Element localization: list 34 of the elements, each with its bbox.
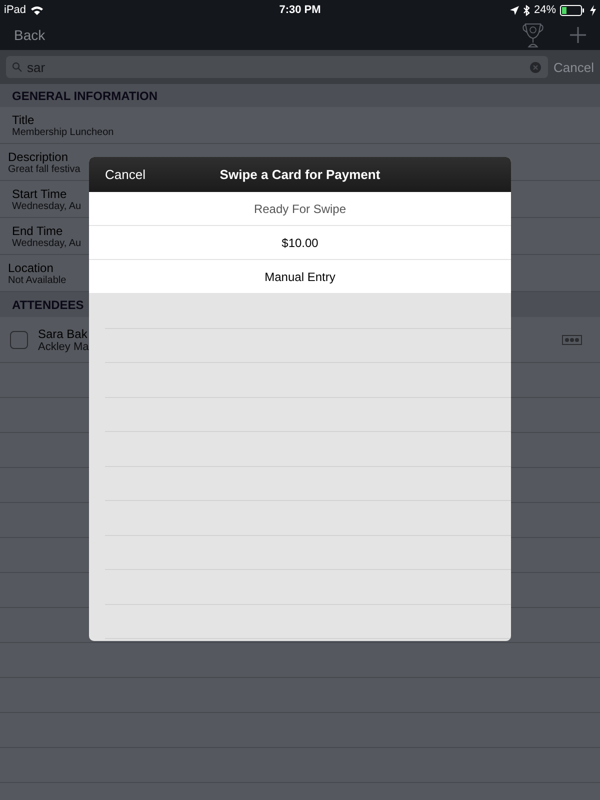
field-value: Not Available bbox=[8, 274, 66, 286]
battery-icon bbox=[560, 4, 586, 16]
search-icon bbox=[12, 62, 22, 72]
section-header: GENERAL INFORMATION bbox=[0, 84, 600, 107]
trophy-icon[interactable] bbox=[522, 22, 544, 48]
location-arrow-icon bbox=[510, 6, 519, 14]
field-label: End Time bbox=[12, 224, 63, 238]
field-label: Description bbox=[8, 150, 68, 164]
bluetooth-icon bbox=[522, 4, 530, 16]
clear-icon[interactable] bbox=[530, 62, 541, 72]
wifi-icon bbox=[30, 5, 44, 15]
ticket-icon[interactable] bbox=[562, 334, 582, 344]
payment-amount: $10.00 bbox=[282, 236, 318, 250]
field-value: Membership Luncheon bbox=[12, 126, 114, 138]
manual-entry-button[interactable]: Manual Entry bbox=[264, 270, 336, 284]
dialog-title: Swipe a Card for Payment bbox=[220, 167, 380, 182]
field-label: Title bbox=[12, 112, 34, 126]
checkbox[interactable] bbox=[10, 330, 28, 348]
field-value: Great fall festiva bbox=[8, 164, 80, 174]
attendee-name: Sara Bak bbox=[38, 326, 88, 340]
field-label: Start Time bbox=[12, 186, 67, 200]
device-name: iPad bbox=[4, 4, 26, 16]
charging-icon bbox=[590, 4, 596, 16]
field-value: Wednesday, Au bbox=[12, 238, 82, 248]
cancel-button[interactable]: Cancel bbox=[554, 60, 594, 74]
status-time: 7:30 PM bbox=[279, 4, 321, 16]
attendee-organization: Ackley Ma bbox=[38, 340, 89, 352]
cancel-button[interactable]: Cancel bbox=[105, 167, 146, 182]
plus-icon[interactable] bbox=[570, 27, 586, 43]
battery-percent: 24% bbox=[534, 4, 556, 16]
field-value: Wednesday, Au bbox=[12, 200, 82, 212]
swipe-status: Ready For Swipe bbox=[254, 202, 346, 216]
back-button[interactable]: Back bbox=[14, 27, 46, 43]
field-label: Location bbox=[8, 260, 54, 274]
